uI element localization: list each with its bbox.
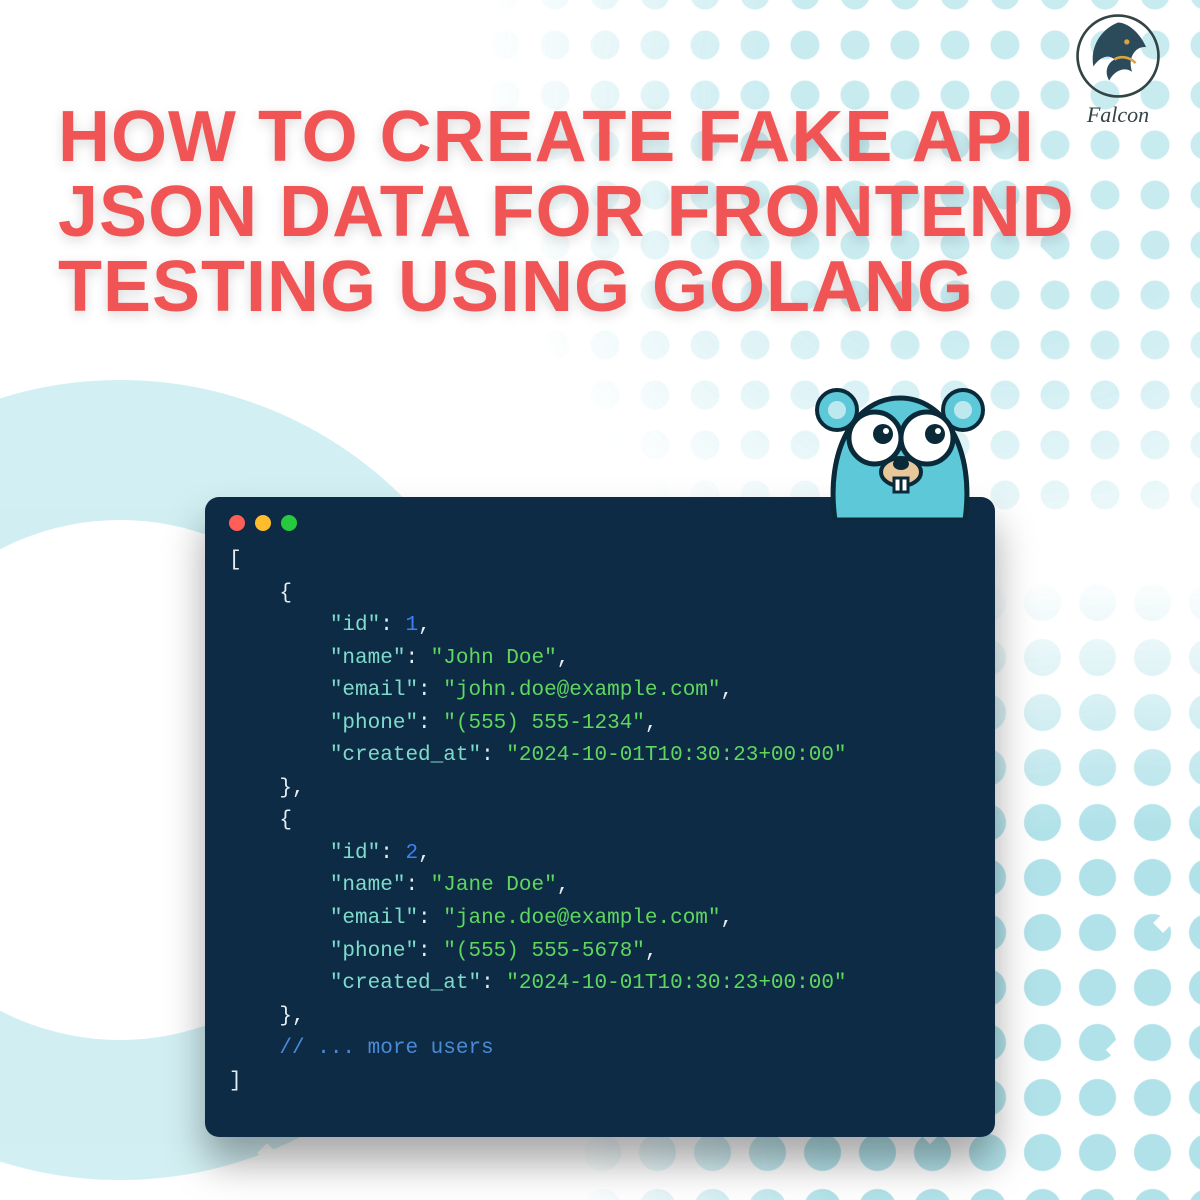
window-close-icon — [229, 515, 245, 531]
code-window: [ { "id": 1, "name": "John Doe", "email"… — [205, 497, 995, 1137]
window-zoom-icon — [281, 515, 297, 531]
window-minimize-icon — [255, 515, 271, 531]
page-title: HOW TO CREATE FAKE API JSON DATA FOR FRO… — [58, 100, 1080, 325]
brand-name: Falcon — [1074, 102, 1162, 128]
json-code-block: [ { "id": 1, "name": "John Doe", "email"… — [229, 545, 971, 1098]
brand-logo: Falcon — [1074, 12, 1162, 128]
falcon-icon — [1074, 12, 1162, 100]
gopher-mascot-icon — [815, 380, 985, 520]
